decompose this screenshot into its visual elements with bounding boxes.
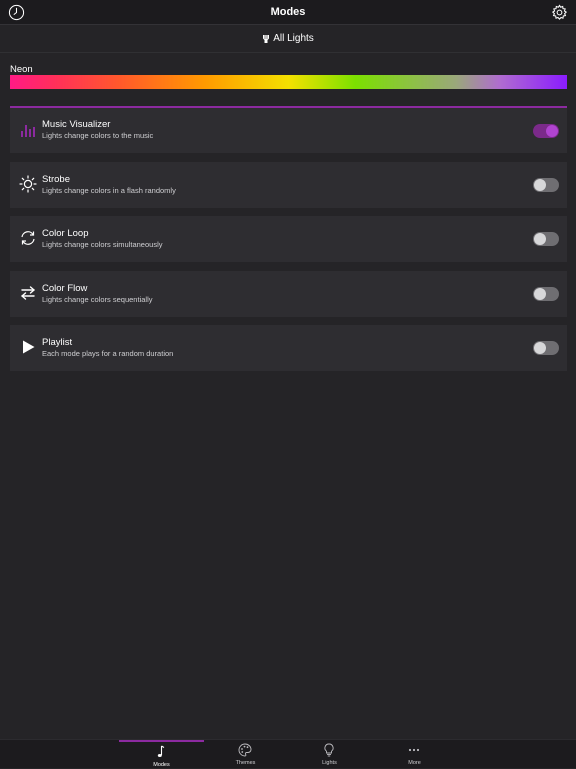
navigation-bar: Modes bbox=[0, 0, 576, 25]
music-visualizer-toggle[interactable] bbox=[533, 124, 559, 138]
tab-label: Lights bbox=[287, 760, 372, 766]
toggle-knob bbox=[534, 288, 546, 300]
mode-title: Color Loop bbox=[42, 228, 88, 239]
theme-gradient-bar[interactable] bbox=[10, 75, 567, 89]
mode-list: Music Visualizer Lights change colors to… bbox=[10, 106, 567, 380]
theme-name: Neon bbox=[10, 64, 33, 75]
loop-icon bbox=[19, 229, 37, 247]
mode-item-color-loop[interactable]: Color Loop Lights change colors simultan… bbox=[10, 216, 567, 262]
play-icon bbox=[19, 338, 37, 356]
equalizer-icon bbox=[19, 121, 37, 139]
music-note-icon bbox=[154, 745, 168, 759]
mode-title: Music Visualizer bbox=[42, 119, 110, 130]
strobe-toggle[interactable] bbox=[533, 178, 559, 192]
lightbulbs-icon bbox=[262, 34, 270, 44]
mode-title: Playlist bbox=[42, 337, 72, 348]
mode-item-color-flow[interactable]: Color Flow Lights change colors sequenti… bbox=[10, 271, 567, 317]
toggle-knob bbox=[534, 342, 546, 354]
mode-description: Lights change colors sequentially bbox=[42, 295, 153, 304]
color-loop-toggle[interactable] bbox=[533, 232, 559, 246]
gear-icon[interactable] bbox=[551, 4, 568, 21]
toggle-knob bbox=[546, 125, 558, 137]
mode-item-playlist[interactable]: Playlist Each mode plays for a random du… bbox=[10, 325, 567, 371]
mode-description: Each mode plays for a random duration bbox=[42, 349, 173, 358]
mode-item-strobe[interactable]: Strobe Lights change colors in a flash r… bbox=[10, 162, 567, 208]
color-flow-toggle[interactable] bbox=[533, 287, 559, 301]
more-dots-icon bbox=[407, 743, 421, 757]
palette-icon bbox=[238, 743, 252, 757]
mode-description: Lights change colors to the music bbox=[42, 131, 153, 140]
tab-label: Themes bbox=[203, 760, 288, 766]
mode-title: Color Flow bbox=[42, 283, 87, 294]
mode-description: Lights change colors in a flash randomly bbox=[42, 186, 176, 195]
light-group-label: All Lights bbox=[273, 33, 314, 44]
toggle-knob bbox=[534, 233, 546, 245]
mode-item-music-visualizer[interactable]: Music Visualizer Lights change colors to… bbox=[10, 106, 567, 153]
mode-title: Strobe bbox=[42, 174, 70, 185]
tab-themes[interactable]: Themes bbox=[203, 740, 288, 769]
lightbulb-icon bbox=[322, 743, 336, 757]
mode-description: Lights change colors simultaneously bbox=[42, 240, 162, 249]
tab-label: More bbox=[372, 760, 457, 766]
swap-arrows-icon bbox=[19, 284, 37, 302]
light-group-selector[interactable]: All Lights bbox=[0, 25, 576, 53]
playlist-toggle[interactable] bbox=[533, 341, 559, 355]
sun-icon bbox=[19, 175, 37, 193]
tab-label: Modes bbox=[119, 762, 204, 768]
page-title: Modes bbox=[0, 6, 576, 18]
tab-more[interactable]: More bbox=[372, 740, 457, 769]
tab-modes[interactable]: Modes bbox=[119, 740, 204, 769]
toggle-knob bbox=[534, 179, 546, 191]
light-group-label-wrap: All Lights bbox=[262, 33, 314, 44]
tab-bar: Modes Themes Lights More bbox=[0, 739, 576, 768]
tab-lights[interactable]: Lights bbox=[287, 740, 372, 769]
